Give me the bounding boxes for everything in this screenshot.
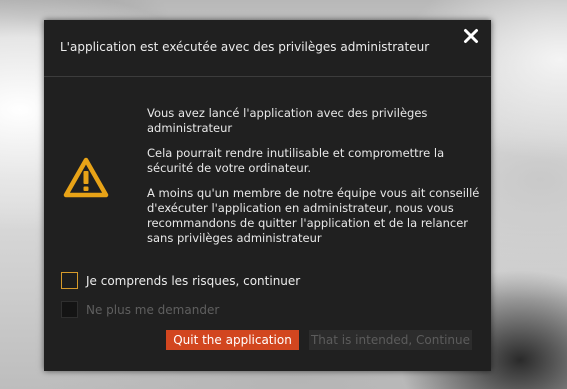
title-divider: [44, 76, 491, 77]
continue-button: That is intended, Continue: [309, 330, 472, 350]
message-paragraph-3: A moins qu'un membre de notre équipe vou…: [147, 186, 480, 245]
accept-risks-checkbox[interactable]: [61, 272, 78, 289]
warning-message: Vous avez lancé l'application avec des p…: [147, 106, 482, 256]
dont-ask-again-checkbox: [61, 301, 78, 318]
dont-ask-again-label: Ne plus me demander: [86, 302, 220, 317]
message-paragraph-2: Cela pourrait rendre inutilisable et com…: [147, 146, 445, 175]
accept-risks-checkbox-row[interactable]: Je comprends les risques, continuer: [61, 272, 300, 289]
message-paragraph-1: Vous avez lancé l'application avec des p…: [147, 106, 428, 135]
accept-risks-label: Je comprends les risques, continuer: [86, 273, 301, 288]
quit-application-button[interactable]: Quit the application: [166, 330, 299, 350]
admin-warning-dialog: L'application est exécutée avec des priv…: [44, 20, 491, 371]
dialog-title: L'application est exécutée avec des priv…: [60, 40, 430, 54]
warning-triangle-icon: [63, 157, 109, 199]
dont-ask-again-checkbox-row: Ne plus me demander: [61, 301, 219, 318]
close-icon[interactable]: [463, 28, 479, 44]
